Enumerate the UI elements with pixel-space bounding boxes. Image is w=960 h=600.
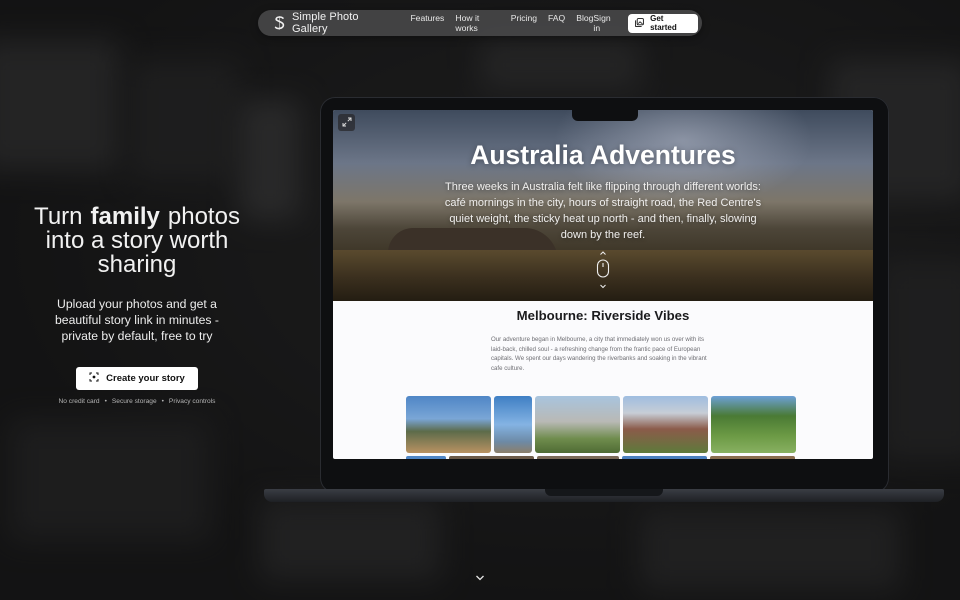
photo-thumb[interactable] xyxy=(710,456,795,459)
nav-link-how-it-works[interactable]: How it works xyxy=(455,13,499,33)
create-story-button[interactable]: Create your story xyxy=(76,367,198,390)
photo-arts-spire[interactable] xyxy=(494,396,532,453)
sign-in-link[interactable]: Sign in xyxy=(593,13,619,33)
chevron-down-icon[interactable] xyxy=(474,570,486,588)
photo-glass-building[interactable] xyxy=(535,396,620,453)
brand-name: Simple Photo Gallery xyxy=(292,11,359,35)
nav-link-pricing[interactable]: Pricing xyxy=(511,13,537,33)
section-title: Melbourne: Riverside Vibes xyxy=(516,308,690,323)
trust-badges: No credit card • Secure storage • Privac… xyxy=(40,398,234,405)
hero-title-prefix: Turn xyxy=(34,203,83,230)
photo-thumb[interactable] xyxy=(537,456,619,459)
section-body: Our adventure began in Melbourne, a city… xyxy=(491,336,707,372)
hero-subtitle: Upload your photos and get a beautiful s… xyxy=(55,297,219,343)
photo-yarra-river[interactable] xyxy=(406,396,491,453)
nav-link-faq[interactable]: FAQ xyxy=(548,13,565,33)
expand-button[interactable] xyxy=(338,114,355,131)
photo-grid xyxy=(406,396,796,454)
get-started-label: Get started xyxy=(650,14,677,32)
top-navbar: Simple Photo Gallery Features How it wor… xyxy=(258,10,702,36)
hero-title: Turn family photos into a story worth shar… xyxy=(14,205,260,277)
brand[interactable]: Simple Photo Gallery xyxy=(273,11,394,35)
photo-exhibition-building[interactable] xyxy=(623,396,708,453)
focus-frame-icon xyxy=(89,372,99,385)
trust-separator: • xyxy=(104,398,107,405)
camera-notch xyxy=(572,109,638,121)
photo-garden-trees[interactable] xyxy=(711,396,796,453)
photo-thumb[interactable] xyxy=(406,456,446,459)
story-cover: Australia Adventures Three weeks in Aust… xyxy=(333,110,873,301)
nav-links: Features How it works Pricing FAQ Blog xyxy=(410,13,593,33)
mouse-scroll-icon[interactable] xyxy=(595,250,611,297)
trust-item-no-credit-card: No credit card xyxy=(58,398,100,405)
photo-grid-next-row xyxy=(406,456,795,459)
laptop-groove xyxy=(545,489,663,496)
expand-icon xyxy=(342,114,352,132)
gallery-icon xyxy=(635,17,644,29)
photo-thumb[interactable] xyxy=(622,456,707,459)
get-started-button[interactable]: Get started xyxy=(628,13,698,33)
laptop-screen: Australia Adventures Three weeks in Aust… xyxy=(333,110,873,459)
trust-separator: • xyxy=(161,398,164,405)
story-intro: Three weeks in Australia felt like flipp… xyxy=(444,181,762,241)
trust-item-secure-storage: Secure storage xyxy=(111,398,157,405)
nav-link-features[interactable]: Features xyxy=(410,13,444,33)
hero-title-emphasis: family xyxy=(90,203,160,230)
s-logo-icon xyxy=(273,15,286,31)
trust-item-privacy-controls: Privacy controls xyxy=(168,398,216,405)
story-title: Australia Adventures xyxy=(470,140,736,170)
photo-thumb[interactable] xyxy=(449,456,534,459)
create-story-label: Create your story xyxy=(106,373,185,384)
nav-link-blog[interactable]: Blog xyxy=(576,13,593,33)
